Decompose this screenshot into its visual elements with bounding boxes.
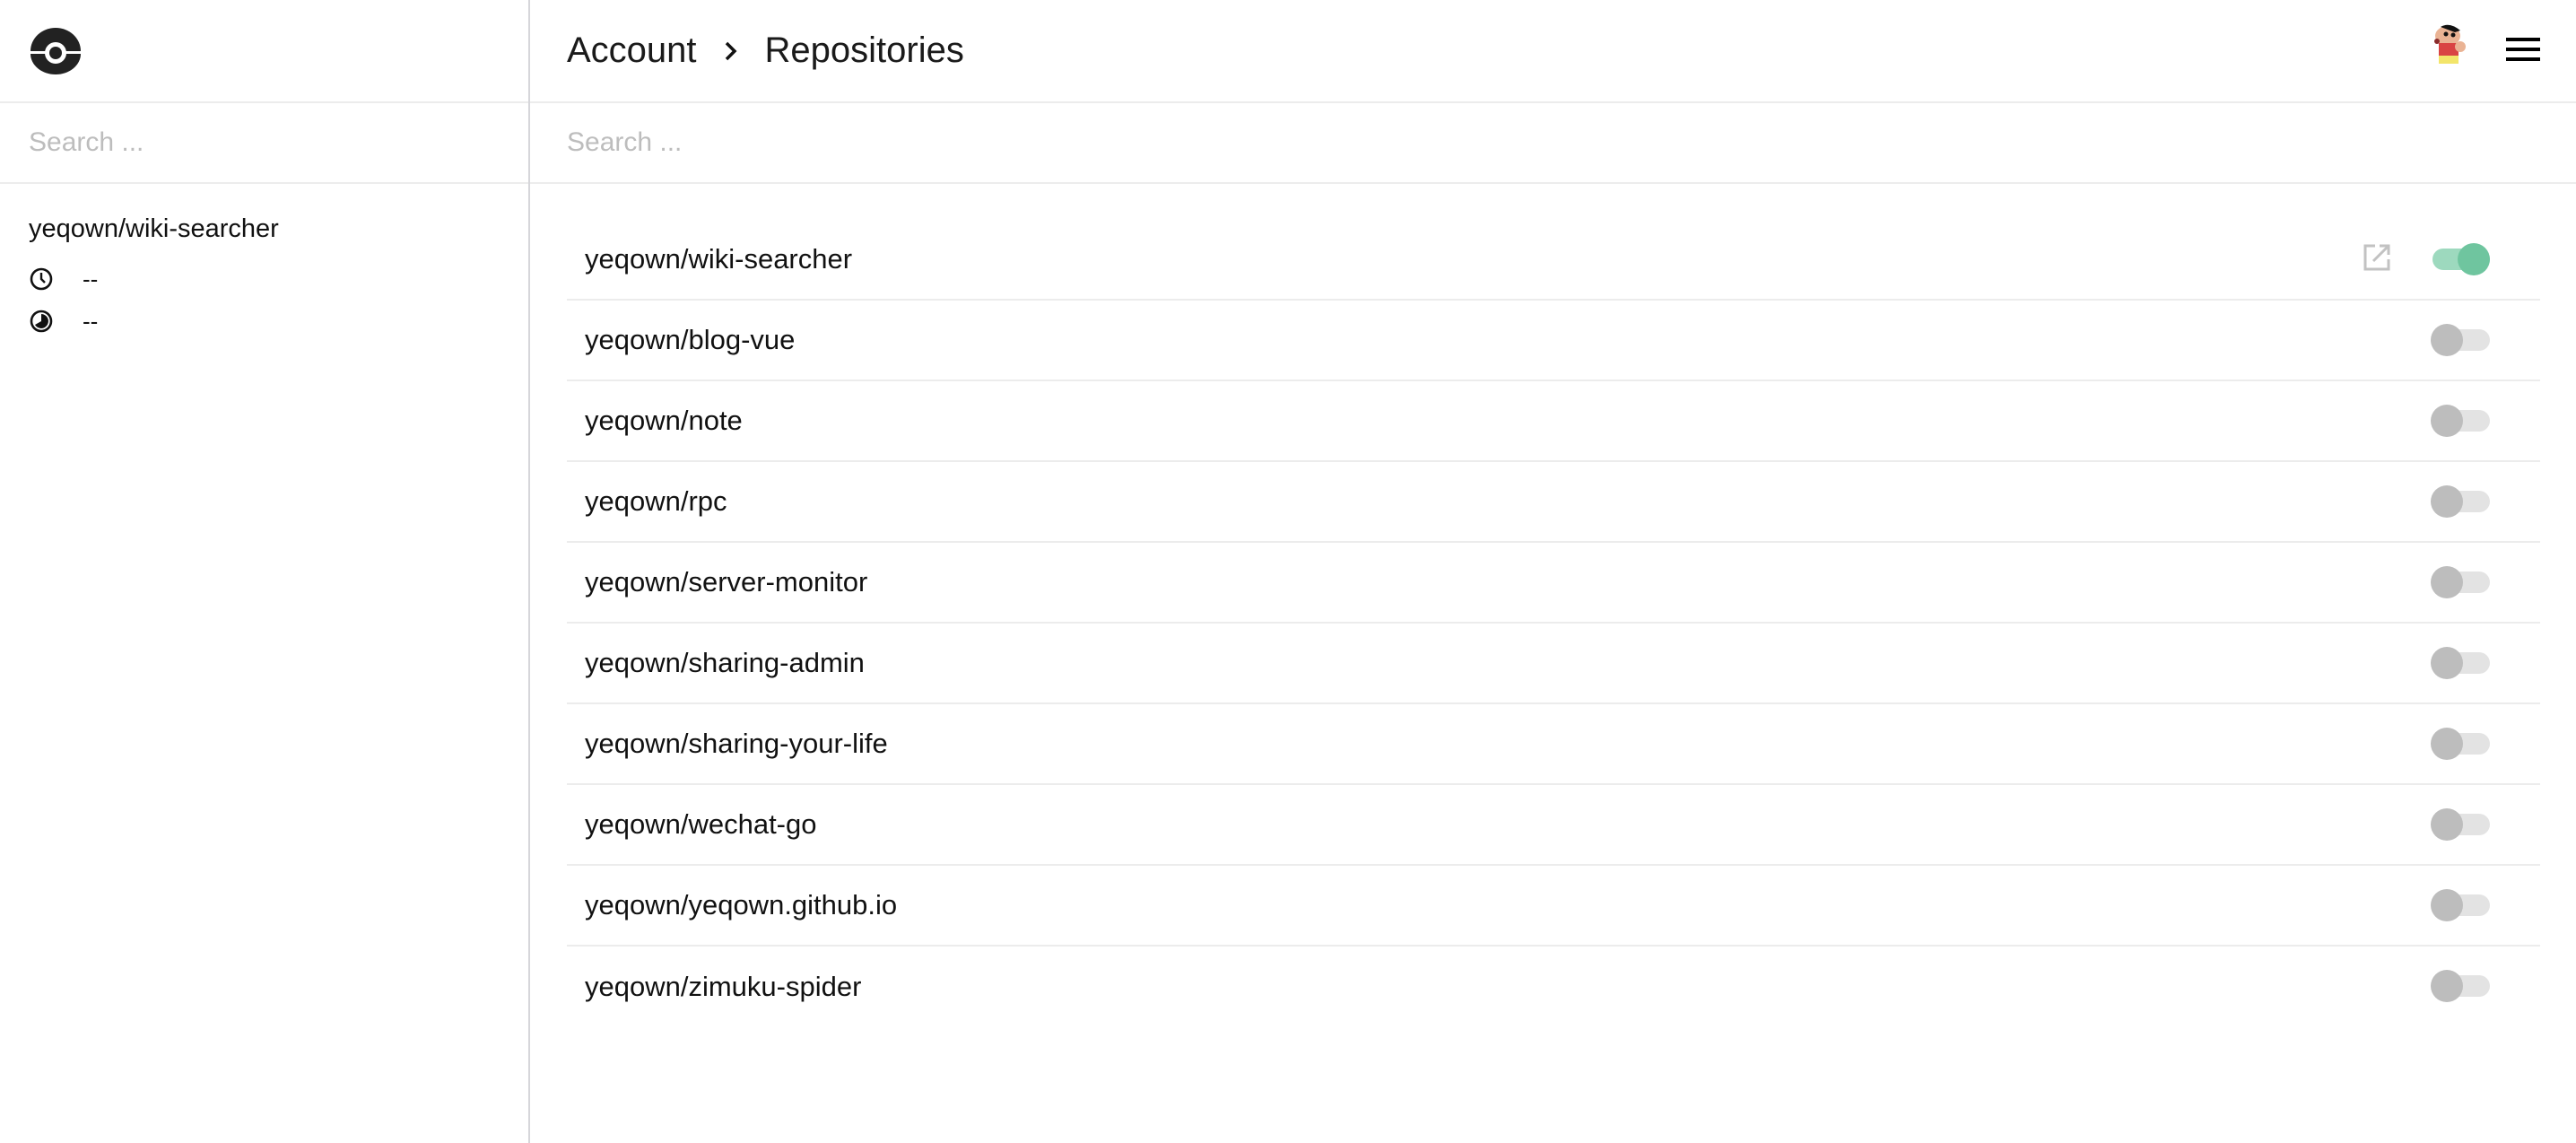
repo-row[interactable]: yeqown/sharing-admin <box>567 624 2540 704</box>
sidebar-repo-name[interactable]: yeqown/wiki-searcher <box>29 213 500 245</box>
toggle-knob <box>2431 405 2463 437</box>
repo-name[interactable]: yeqown/zimuku-spider <box>585 971 2540 1003</box>
repo-activate-toggle[interactable] <box>2431 808 2490 841</box>
repo-name[interactable]: yeqown/server-monitor <box>585 566 2540 598</box>
sidebar-search <box>0 103 528 184</box>
toggle-knob <box>2431 566 2463 598</box>
repo-name[interactable]: yeqown/sharing-admin <box>585 647 2540 679</box>
sidebar-search-input[interactable] <box>29 127 528 158</box>
repo-row[interactable]: yeqown/zimuku-spider <box>567 947 2540 1027</box>
repo-activate-toggle[interactable] <box>2431 647 2490 679</box>
repo-name[interactable]: yeqown/blog-vue <box>585 324 2540 356</box>
breadcrumb: Account Repositories <box>567 31 964 71</box>
toggle-knob <box>2431 485 2463 518</box>
repo-row[interactable]: yeqown/wechat-go <box>567 785 2540 866</box>
toggle-knob <box>2431 647 2463 679</box>
sidebar-repo[interactable]: yeqown/wiki-searcher -- -- <box>0 184 528 335</box>
clock-icon <box>30 267 53 291</box>
repo-row[interactable]: yeqown/wiki-searcher <box>567 220 2540 301</box>
main-panel: Account Repositories yeqown/wiki-searche… <box>530 0 2576 1143</box>
repo-name[interactable]: yeqown/wiki-searcher <box>585 243 2540 275</box>
toggle-knob <box>2458 243 2490 275</box>
toggle-knob <box>2431 970 2463 1002</box>
breadcrumb-repositories: Repositories <box>764 31 964 70</box>
repo-name[interactable]: yeqown/rpc <box>585 485 2540 518</box>
repo-row[interactable]: yeqown/blog-vue <box>567 301 2540 381</box>
breadcrumb-account[interactable]: Account <box>567 31 697 71</box>
repo-row[interactable]: yeqown/rpc <box>567 462 2540 543</box>
repo-name[interactable]: yeqown/sharing-your-life <box>585 728 2540 760</box>
timer-icon <box>30 310 53 333</box>
toggle-knob <box>2431 728 2463 760</box>
repo-search-input[interactable] <box>567 127 2576 158</box>
repo-activate-toggle[interactable] <box>2431 566 2490 598</box>
toggle-knob <box>2431 889 2463 921</box>
repo-search <box>530 103 2576 184</box>
repo-activate-toggle[interactable] <box>2432 243 2490 275</box>
repo-activate-toggle[interactable] <box>2431 324 2490 356</box>
toggle-knob <box>2431 808 2463 841</box>
last-build-time-value: -- <box>83 265 99 292</box>
repo-activate-toggle[interactable] <box>2431 970 2490 1002</box>
sidebar-header <box>0 0 528 103</box>
repo-list: yeqown/wiki-searcher yeqown/blog-vue yeqow… <box>567 220 2540 1027</box>
repo-activate-toggle[interactable] <box>2431 728 2490 760</box>
toggle-knob <box>2431 324 2463 356</box>
repo-row[interactable]: yeqown/yeqown.github.io <box>567 866 2540 947</box>
repo-row[interactable]: yeqown/note <box>567 381 2540 462</box>
repo-name[interactable]: yeqown/wechat-go <box>585 808 2540 841</box>
repo-name[interactable]: yeqown/note <box>585 405 2540 437</box>
repo-row[interactable]: yeqown/sharing-your-life <box>567 704 2540 785</box>
build-duration: -- <box>29 308 500 335</box>
repo-activate-toggle[interactable] <box>2431 889 2490 921</box>
repo-name[interactable]: yeqown/yeqown.github.io <box>585 889 2540 921</box>
sidebar: yeqown/wiki-searcher -- -- <box>0 0 530 1143</box>
repo-row[interactable]: yeqown/server-monitor <box>567 543 2540 624</box>
repo-activate-toggle[interactable] <box>2431 485 2490 518</box>
drone-logo-icon[interactable] <box>29 27 83 74</box>
repo-activate-toggle[interactable] <box>2431 405 2490 437</box>
last-build-time: -- <box>29 266 500 292</box>
build-duration-value: -- <box>83 307 99 335</box>
chevron-right-icon <box>724 40 738 62</box>
main-header: Account Repositories <box>530 0 2576 103</box>
external-link-icon[interactable] <box>2363 243 2391 272</box>
user-avatar[interactable] <box>2428 23 2471 74</box>
hamburger-menu-icon[interactable] <box>2506 38 2540 61</box>
